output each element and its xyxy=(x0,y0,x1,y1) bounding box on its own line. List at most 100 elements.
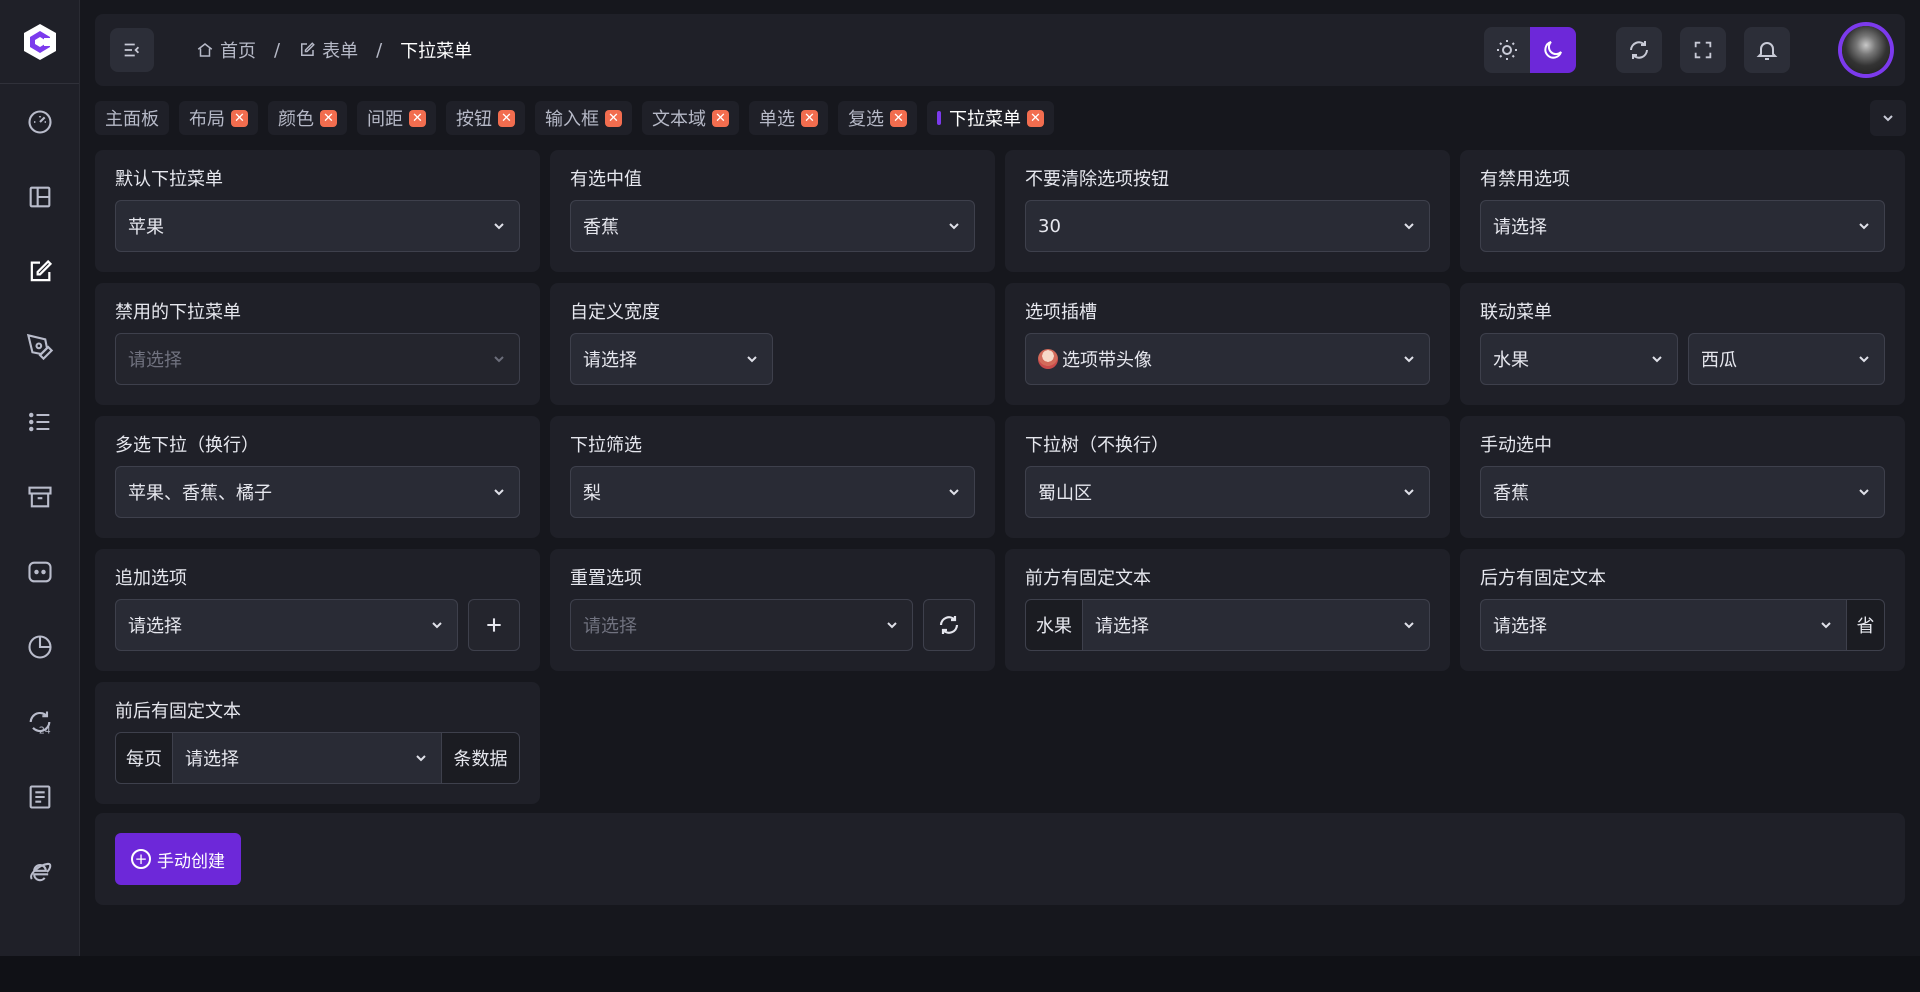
tab-label: 文本域 xyxy=(652,109,706,130)
tab-color[interactable]: 颜色 ✕ xyxy=(268,101,347,135)
sidebar-item-chat[interactable] xyxy=(0,534,80,609)
sidebar-item-list[interactable] xyxy=(0,384,80,459)
sidebar-toggle-button[interactable] xyxy=(110,28,154,72)
prefix-select[interactable]: 请选择 xyxy=(1082,599,1430,651)
breadcrumb-home-label: 首页 xyxy=(220,41,256,62)
sidebar-item-form[interactable] xyxy=(0,234,80,309)
multi-select[interactable]: 苹果、香蕉、橘子 xyxy=(115,466,520,518)
select-placeholder: 请选择 xyxy=(1493,616,1547,637)
select-value: 水果 xyxy=(1493,350,1529,371)
card-no-clear-button: 不要清除选项按钮 30 xyxy=(1005,150,1450,272)
default-select[interactable]: 苹果 xyxy=(115,200,520,252)
prefix-addon: 每页 xyxy=(115,732,173,784)
tab-bar: 主面板 布局 ✕ 颜色 ✕ 间距 ✕ 按钮 ✕ 输入框 ✕ 文本域 ✕ 单选 ✕ 复选 ✕ 下拉… xyxy=(95,100,1064,136)
tab-button[interactable]: 按钮 ✕ xyxy=(446,101,525,135)
tab-label: 单选 xyxy=(759,109,795,130)
close-icon[interactable]: ✕ xyxy=(801,109,818,127)
breadcrumb: 首页 / 表单 / 下拉菜单 xyxy=(196,37,472,63)
tab-textarea[interactable]: 文本域 ✕ xyxy=(642,101,739,135)
selected-value-select[interactable]: 香蕉 xyxy=(570,200,975,252)
close-icon[interactable]: ✕ xyxy=(498,109,515,127)
close-icon[interactable]: ✕ xyxy=(605,109,622,127)
card-tree-select: 下拉树（不换行） 蜀山区 xyxy=(1005,416,1450,538)
select-value: 香蕉 xyxy=(583,217,619,238)
sidebar-item-archive[interactable] xyxy=(0,459,80,534)
breadcrumb-home[interactable]: 首页 xyxy=(196,37,256,63)
sidebar-item-pen[interactable] xyxy=(0,309,80,384)
close-icon[interactable]: ✕ xyxy=(890,109,907,127)
logo[interactable] xyxy=(0,0,79,84)
filter-select[interactable]: 梨 xyxy=(570,466,975,518)
tabs-more-button[interactable] xyxy=(1870,100,1906,136)
card-append-option: 追加选项 请选择 xyxy=(95,549,540,671)
option-slot-select[interactable]: 选项带头像 xyxy=(1025,333,1430,385)
select-placeholder: 请选择 xyxy=(1493,217,1547,238)
sidebar-item-24h[interactable]: 24 xyxy=(0,684,80,759)
clock-24-icon: 24 xyxy=(29,711,50,736)
breadcrumb-form[interactable]: 表单 xyxy=(298,37,358,63)
tab-checkbox[interactable]: 复选 ✕ xyxy=(838,101,917,135)
sidebar-item-browser[interactable] xyxy=(0,834,80,909)
close-icon[interactable]: ✕ xyxy=(320,109,337,127)
card-title: 下拉筛选 xyxy=(570,435,642,456)
reset-options-button[interactable] xyxy=(923,599,975,651)
reset-option-select[interactable]: 请选择 xyxy=(570,599,913,651)
tab-spacing[interactable]: 间距 ✕ xyxy=(357,101,436,135)
sidebar: 24 xyxy=(0,0,80,956)
close-icon[interactable]: ✕ xyxy=(231,109,248,127)
chevron-down-icon xyxy=(1404,489,1414,496)
fullscreen-icon xyxy=(1694,41,1712,59)
refresh-button[interactable] xyxy=(1616,27,1662,73)
no-clear-select[interactable]: 30 xyxy=(1025,200,1430,252)
create-button-label: 手动创建 xyxy=(157,851,225,872)
cascade-item-select[interactable]: 西瓜 xyxy=(1688,333,1885,385)
card-title: 前后有固定文本 xyxy=(115,701,241,722)
chevron-down-icon xyxy=(1404,223,1414,230)
refresh-icon xyxy=(1630,41,1648,59)
sidebar-item-layout[interactable] xyxy=(0,159,80,234)
tab-layout[interactable]: 布局 ✕ xyxy=(179,101,258,135)
notification-button[interactable] xyxy=(1744,27,1790,73)
append-option-select[interactable]: 请选择 xyxy=(115,599,458,651)
suffix-select[interactable]: 请选择 xyxy=(1480,599,1847,651)
light-theme-button[interactable] xyxy=(1484,27,1530,73)
tab-input[interactable]: 输入框 ✕ xyxy=(535,101,632,135)
tab-label: 颜色 xyxy=(278,109,314,130)
dashboard-icon xyxy=(27,109,52,134)
plus-icon xyxy=(487,618,501,632)
chevron-down-icon xyxy=(1404,356,1414,363)
tab-select[interactable]: 下拉菜单 ✕ xyxy=(927,101,1054,135)
chevron-down-icon xyxy=(747,356,757,363)
card-disabled-options: 有禁用选项 请选择 xyxy=(1460,150,1905,272)
custom-width-select[interactable]: 请选择 xyxy=(570,333,773,385)
sidebar-item-chart[interactable] xyxy=(0,609,80,684)
page-size-select[interactable]: 请选择 xyxy=(172,732,442,784)
card-title: 默认下拉菜单 xyxy=(115,169,223,190)
bell-icon xyxy=(1756,42,1778,60)
manual-select[interactable]: 香蕉 xyxy=(1480,466,1885,518)
sidebar-item-document[interactable] xyxy=(0,759,80,834)
tab-label: 主面板 xyxy=(105,109,159,130)
tab-radio[interactable]: 单选 ✕ xyxy=(749,101,828,135)
manual-create-button[interactable]: + 手动创建 xyxy=(115,833,241,885)
header-actions xyxy=(1484,26,1890,74)
close-icon[interactable]: ✕ xyxy=(409,109,426,127)
close-icon[interactable]: ✕ xyxy=(1027,109,1044,127)
fullscreen-button[interactable] xyxy=(1680,27,1726,73)
dark-theme-button[interactable] xyxy=(1530,27,1576,73)
close-icon[interactable]: ✕ xyxy=(712,109,729,127)
cascade-category-select[interactable]: 水果 xyxy=(1480,333,1678,385)
chevron-down-icon xyxy=(1859,356,1869,363)
svg-text:24: 24 xyxy=(38,725,50,735)
list-icon xyxy=(28,412,49,431)
tree-select[interactable]: 蜀山区 xyxy=(1025,466,1430,518)
add-option-button[interactable] xyxy=(468,599,520,651)
user-avatar[interactable] xyxy=(1842,26,1890,74)
sidebar-item-dashboard[interactable] xyxy=(0,84,80,159)
chevron-down-icon xyxy=(1404,622,1414,629)
card-title: 自定义宽度 xyxy=(570,302,660,323)
layout-icon xyxy=(29,186,50,207)
theme-switch xyxy=(1484,27,1576,73)
tab-dashboard[interactable]: 主面板 xyxy=(95,101,169,135)
disabled-options-select[interactable]: 请选择 xyxy=(1480,200,1885,252)
